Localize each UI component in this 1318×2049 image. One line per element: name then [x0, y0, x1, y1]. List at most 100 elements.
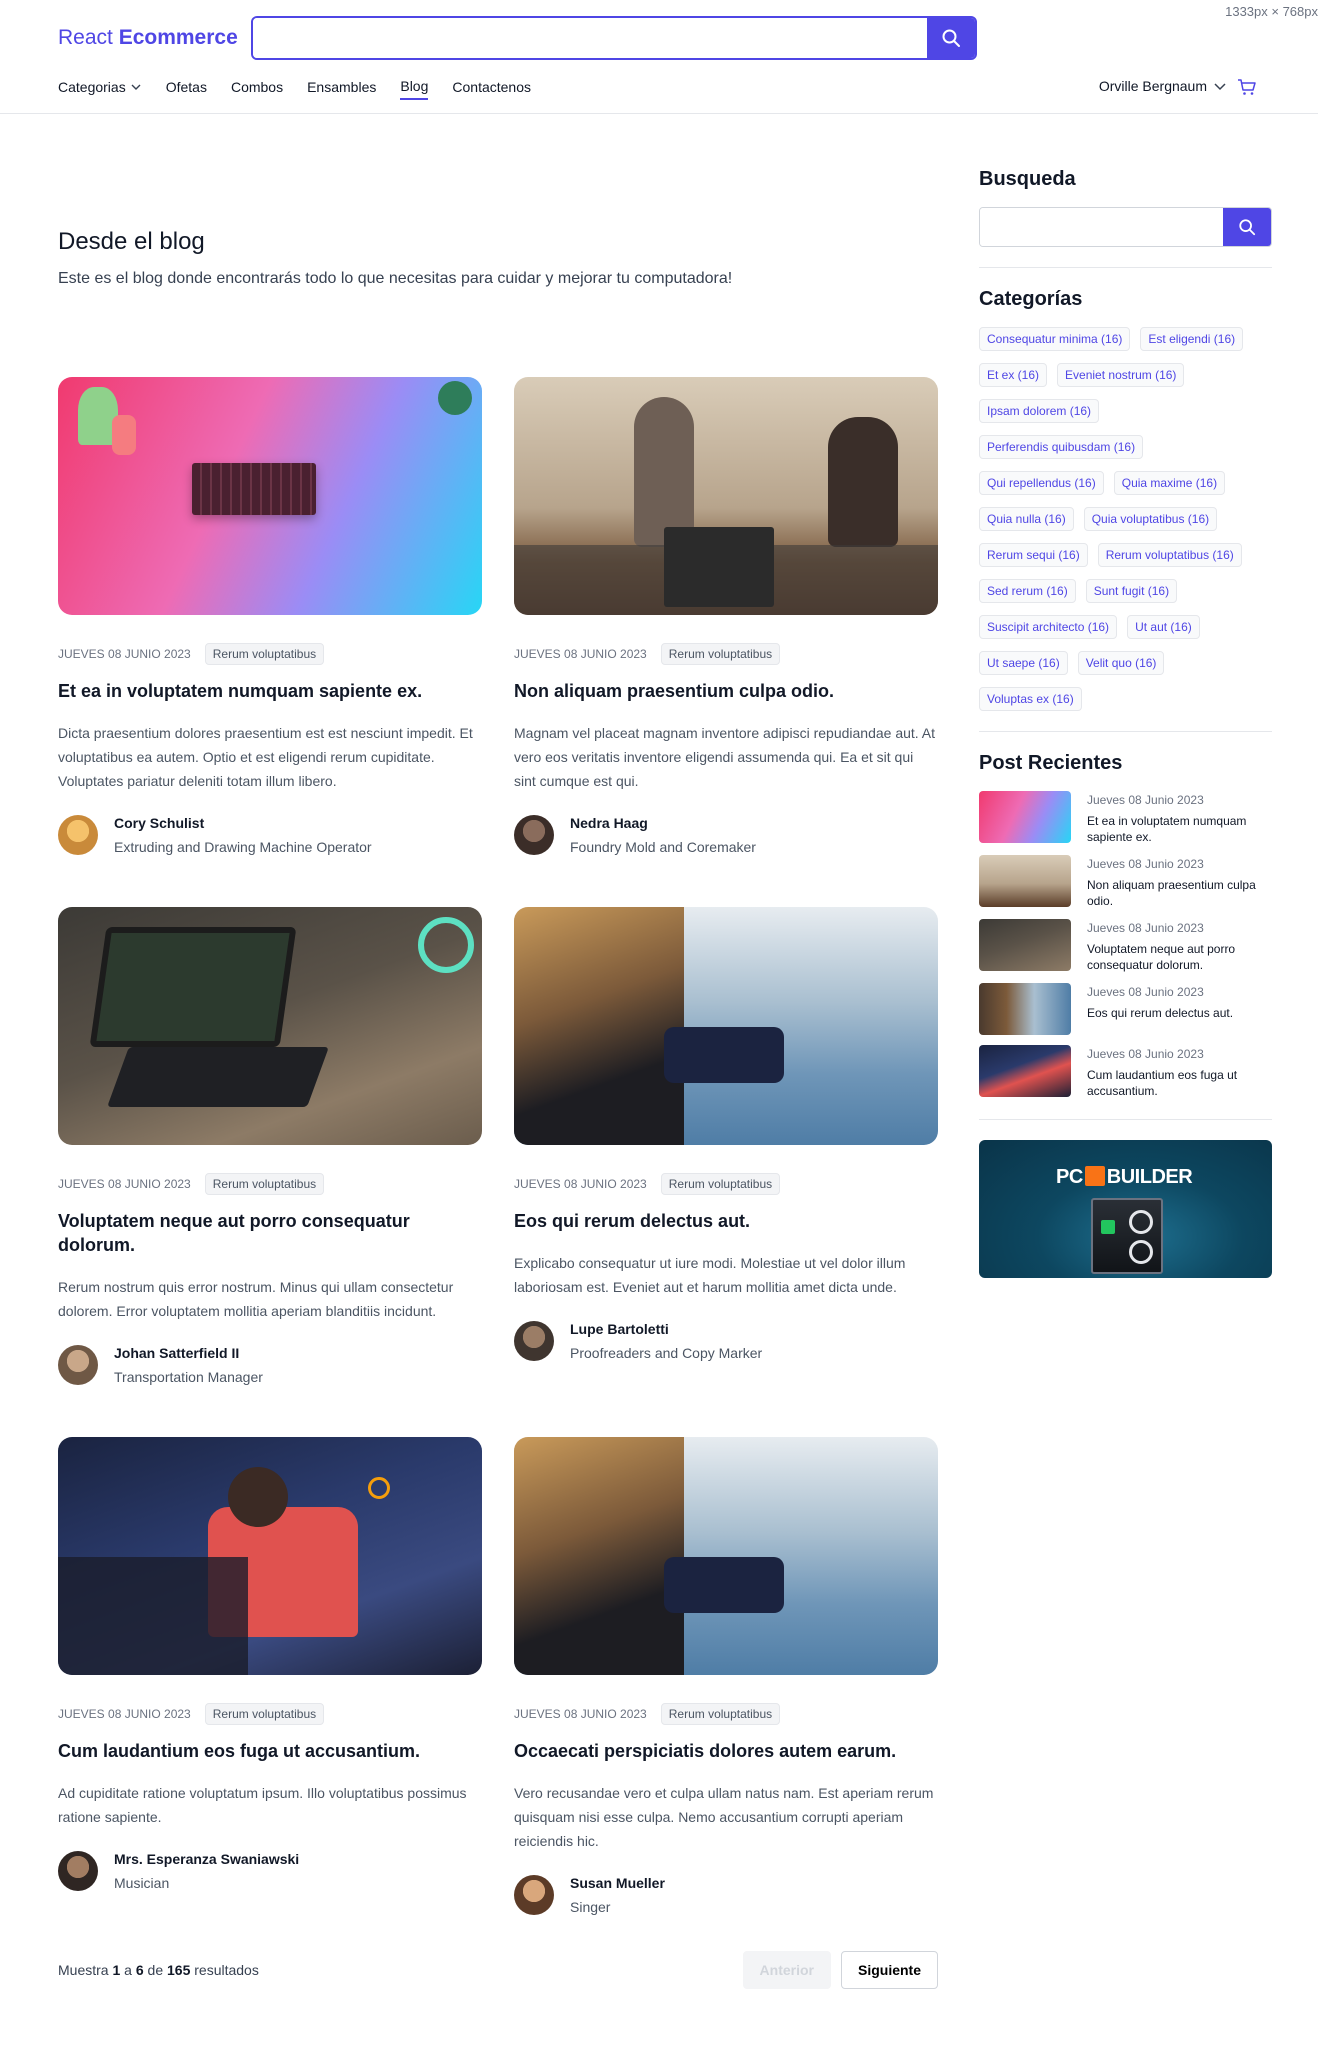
post-tag[interactable]: Rerum voluptatibus — [660, 1173, 781, 1195]
sidebar-search-button[interactable] — [1223, 208, 1271, 246]
post-tag[interactable]: Rerum voluptatibus — [204, 643, 325, 665]
post-excerpt: Dicta praesentium dolores praesentium es… — [58, 725, 473, 789]
sidebar-search-input[interactable] — [980, 208, 1224, 246]
recent-post-date: Jueves 08 Junio 2023 — [1087, 985, 1204, 999]
user-menu[interactable]: Orville Bergnaum — [1099, 78, 1227, 94]
post-title[interactable]: Et ea in voluptatem numquam sapiente ex. — [58, 679, 482, 703]
nav-label: Contactenos — [452, 79, 531, 95]
category-chip[interactable]: Qui repellendus (16) — [979, 471, 1104, 495]
recent-post-thumbnail — [979, 855, 1071, 907]
recent-post[interactable]: Jueves 08 Junio 2023 Non aliquam praesen… — [979, 855, 1272, 909]
avatar — [58, 1345, 98, 1385]
recent-post-title: Cum laudantium eos fuga ut accusantium. — [1087, 1068, 1238, 1098]
post-tag[interactable]: Rerum voluptatibus — [660, 643, 781, 665]
post-excerpt: Rerum nostrum quis error nostrum. Minus … — [58, 1279, 454, 1319]
post-title[interactable]: Non aliquam praesentium culpa odio. — [514, 679, 938, 703]
post-tag[interactable]: Rerum voluptatibus — [204, 1703, 325, 1725]
post-meta: JUEVES 08 JUNIO 2023 Rerum voluptatibus — [58, 1173, 482, 1195]
sidebar-categories-title: Categorías — [979, 288, 1083, 310]
post-meta: JUEVES 08 JUNIO 2023 Rerum voluptatibus — [514, 643, 938, 665]
author-name: Nedra Haag — [570, 815, 648, 831]
recent-posts: Jueves 08 Junio 2023 Et ea in voluptatem… — [979, 791, 1272, 1099]
user-name: Orville Bergnaum — [1098, 78, 1207, 94]
nav-item-ofetas[interactable]: Ofetas — [166, 78, 207, 100]
shopping-cart-icon — [1238, 79, 1256, 95]
logo[interactable]: React Ecommerce — [58, 26, 238, 50]
header-search — [251, 16, 977, 60]
nav-item-contactenos[interactable]: Contactenos — [452, 78, 531, 100]
category-chip[interactable]: Sunt fugit (16) — [1085, 579, 1178, 603]
category-chip[interactable]: Eveniet nostrum (16) — [1057, 363, 1185, 387]
category-chip[interactable]: Et ex (16) — [979, 363, 1048, 387]
nav-item-combos[interactable]: Combos — [231, 78, 283, 100]
post-image[interactable] — [58, 377, 482, 615]
category-chip[interactable]: Velit quo (16) — [1077, 651, 1165, 675]
next-button[interactable]: Siguiente — [840, 1951, 938, 1989]
category-chip[interactable]: Quia nulla (16) — [979, 507, 1074, 531]
post-date: JUEVES 08 JUNIO 2023 — [514, 1177, 647, 1191]
author-name: Johan Satterfield II — [114, 1345, 240, 1361]
nav-item-categorias[interactable]: Categorias — [58, 78, 142, 100]
category-chip[interactable]: Quia voluptatibus (16) — [1083, 507, 1218, 531]
results-sep: a — [124, 1962, 132, 1978]
post-card: JUEVES 08 JUNIO 2023 Rerum voluptatibus … — [514, 1437, 938, 1967]
post-title[interactable]: Eos qui rerum delectus aut. — [514, 1209, 938, 1233]
results-prefix: Muestra — [58, 1962, 109, 1978]
category-chip[interactable]: Consequatur minima (16) — [979, 327, 1131, 351]
recent-post-thumbnail — [979, 983, 1071, 1035]
post-excerpt: Vero recusandae vero et culpa ullam natu… — [514, 1785, 934, 1849]
nav-label: Categorias — [58, 79, 126, 95]
recent-post[interactable]: Jueves 08 Junio 2023 Voluptatem neque au… — [979, 919, 1272, 973]
page-title: Desde el blog — [58, 228, 205, 255]
post-image[interactable] — [514, 907, 938, 1145]
sidebar: Busqueda Categorías Consequatur minima (… — [979, 168, 1272, 1278]
post-image[interactable] — [514, 377, 938, 615]
sidebar-recent-title: Post Recientes — [979, 752, 1123, 774]
post-date: JUEVES 08 JUNIO 2023 — [58, 1177, 191, 1191]
category-chip[interactable]: Voluptas ex (16) — [979, 687, 1082, 711]
category-chip[interactable]: Perferendis quibusdam (16) — [979, 435, 1144, 459]
recent-post[interactable]: Jueves 08 Junio 2023 Eos qui rerum delec… — [979, 983, 1272, 1035]
avatar — [514, 815, 554, 855]
recent-post-title: Non aliquam praesentium culpa odio. — [1087, 878, 1256, 908]
header-search-input[interactable] — [253, 18, 929, 58]
previous-button[interactable]: Anterior — [742, 1951, 831, 1989]
nav-item-blog[interactable]: Blog — [400, 78, 429, 100]
post-title[interactable]: Occaecati perspiciatis dolores autem ear… — [514, 1739, 938, 1763]
category-chip[interactable]: Suscipit architecto (16) — [979, 615, 1118, 639]
avatar — [514, 1321, 554, 1361]
post-image[interactable] — [58, 1437, 482, 1675]
page-subtitle: Este es el blog donde encontrarás todo l… — [58, 270, 733, 287]
category-chip[interactable]: Est eligendi (16) — [1140, 327, 1244, 351]
post-title[interactable]: Voluptatem neque aut porro consequatur d… — [58, 1209, 482, 1257]
category-chip[interactable]: Rerum sequi (16) — [979, 543, 1088, 567]
pagination: Muestra 1 a 6 de 165 resultados Anterior… — [58, 1950, 938, 1990]
post-excerpt: Explicabo consequatur ut iure modi. Mole… — [514, 1255, 906, 1295]
header-search-button[interactable] — [927, 18, 975, 58]
post-title[interactable]: Cum laudantium eos fuga ut accusantium. — [58, 1739, 482, 1763]
post-author: Susan Mueller Singer — [514, 1875, 938, 1915]
post-tag[interactable]: Rerum voluptatibus — [660, 1703, 781, 1725]
category-chip[interactable]: Ipsam dolorem (16) — [979, 399, 1100, 423]
post-image[interactable] — [514, 1437, 938, 1675]
post-tag[interactable]: Rerum voluptatibus — [204, 1173, 325, 1195]
pc-builder-banner[interactable]: PC BUILDER — [979, 1140, 1272, 1278]
cart-button[interactable] — [1237, 77, 1257, 102]
post-author: Johan Satterfield II Transportation Mana… — [58, 1345, 482, 1385]
category-chip[interactable]: Ut aut (16) — [1127, 615, 1200, 639]
recent-post[interactable]: Jueves 08 Junio 2023 Cum laudantium eos … — [979, 1045, 1272, 1099]
category-chip[interactable]: Ut saepe (16) — [979, 651, 1068, 675]
nav-item-ensambles[interactable]: Ensambles — [307, 78, 376, 100]
category-chip[interactable]: Rerum voluptatibus (16) — [1097, 543, 1242, 567]
category-chip[interactable]: Quia maxime (16) — [1113, 471, 1226, 495]
nav-label: Ensambles — [307, 79, 377, 95]
category-chip[interactable]: Sed rerum (16) — [979, 579, 1076, 603]
results-summary: Muestra 1 a 6 de 165 resultados — [58, 1962, 259, 1978]
post-image[interactable] — [58, 907, 482, 1145]
recent-post-date: Jueves 08 Junio 2023 — [1087, 857, 1204, 871]
post-meta: JUEVES 08 JUNIO 2023 Rerum voluptatibus — [514, 1703, 938, 1725]
divider — [979, 731, 1272, 732]
recent-post-thumbnail — [979, 919, 1071, 971]
recent-post[interactable]: Jueves 08 Junio 2023 Et ea in voluptatem… — [979, 791, 1272, 845]
search-icon — [1239, 219, 1256, 236]
